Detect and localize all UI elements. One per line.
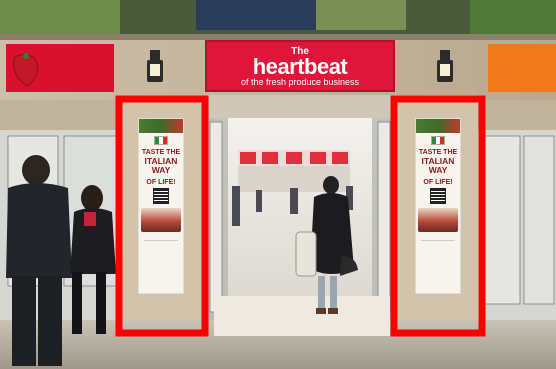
poster-food-image (418, 208, 458, 232)
poster-line-3: WAY (151, 164, 171, 175)
qr-code-icon (153, 188, 169, 204)
station-entrance-photo: The heartbeat of the fresh produce busin… (0, 0, 556, 369)
italian-flag-icon (154, 136, 168, 145)
poster-line-3: WAY (428, 164, 448, 175)
left-poster: TASTE THE ITALIAN WAY OF LIFE! (138, 118, 184, 294)
heartbeat-banner: The heartbeat of the fresh produce busin… (205, 40, 395, 92)
poster-header-image (139, 119, 183, 133)
qr-code-icon (430, 188, 446, 204)
poster-line-4: OF LIFE! (146, 178, 176, 186)
poster-header-image (416, 119, 460, 133)
banner-line-3: of the fresh produce business (240, 77, 360, 87)
banner-line-2: heartbeat (252, 54, 348, 79)
italian-flag-icon (431, 136, 445, 145)
poster-logos (144, 240, 178, 251)
poster-line-4: OF LIFE! (423, 178, 453, 186)
poster-food-image (141, 208, 181, 232)
right-poster: TASTE THE ITALIAN WAY OF LIFE! (415, 118, 461, 294)
poster-logos (421, 240, 455, 251)
